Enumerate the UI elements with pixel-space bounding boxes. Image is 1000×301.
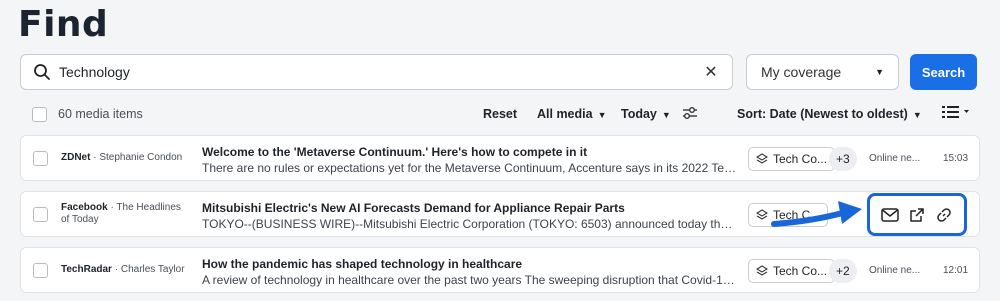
list-view-dropdown[interactable]	[942, 105, 970, 122]
results-toolbar: 60 media items Reset All media ▼ Today ▼ S…	[20, 100, 980, 128]
annotation-arrow	[771, 201, 862, 227]
external-link-icon[interactable]	[906, 204, 928, 226]
list-view-icon	[942, 106, 969, 118]
date-label: Today	[621, 107, 657, 121]
row-headline[interactable]: Mitsubishi Electric's New AI Forecasts D…	[202, 201, 625, 215]
more-tags-badge[interactable]: +3	[829, 147, 857, 171]
select-all-checkbox[interactable]	[32, 107, 47, 122]
row-source: Facebook · The Headlines of Today	[61, 202, 191, 226]
caret-down-icon: ▼	[661, 110, 671, 120]
search-icon	[34, 64, 50, 80]
row-checkbox[interactable]	[33, 263, 48, 278]
caret-down-icon: ▼	[875, 67, 884, 77]
row-headline[interactable]: How the pandemic has shaped technology i…	[202, 257, 522, 271]
media-type: Online ne...	[869, 153, 921, 164]
search-bar[interactable]: ✕	[20, 54, 733, 90]
layers-icon	[756, 153, 768, 164]
row-checkbox[interactable]	[33, 207, 48, 222]
outlet-name: Facebook	[61, 202, 108, 213]
author-name: · Stephanie Condon	[93, 152, 183, 163]
layers-icon	[756, 209, 768, 220]
row-source: ZDNet · Stephanie Condon	[61, 152, 191, 164]
sort-label: Sort: Date (Newest to oldest)	[737, 107, 908, 121]
publish-time: 12:01	[943, 265, 969, 276]
coverage-select-value: My coverage	[761, 64, 842, 80]
search-button[interactable]: Search	[910, 54, 977, 90]
result-count: 60 media items	[58, 107, 143, 121]
page-title: Find	[18, 4, 109, 45]
row-headline[interactable]: Welcome to the 'Metaverse Continuum.' He…	[202, 145, 587, 159]
search-input[interactable]	[59, 64, 696, 80]
topic-tag[interactable]: Tech Co...	[748, 259, 836, 283]
date-dropdown[interactable]: Today ▼	[621, 107, 671, 121]
caret-down-icon: ▼	[597, 110, 607, 120]
sort-dropdown[interactable]: Sort: Date (Newest to oldest) ▼	[737, 107, 922, 121]
row-snippet: TOKYO--(BUSINESS WIRE)--Mitsubishi Elect…	[202, 217, 737, 231]
publish-time: 15:03	[943, 153, 969, 164]
outlet-name: ZDNet	[61, 152, 91, 163]
layers-icon	[756, 265, 768, 276]
all-media-label: All media	[537, 107, 593, 121]
coverage-select[interactable]: My coverage ▼	[746, 54, 899, 90]
close-icon[interactable]: ✕	[696, 62, 726, 82]
link-icon[interactable]	[933, 204, 955, 226]
caret-down-icon: ▼	[912, 110, 922, 120]
more-tags-badge[interactable]: +2	[829, 259, 857, 283]
all-media-dropdown[interactable]: All media ▼	[537, 107, 607, 121]
topic-tag[interactable]: Tech Co...	[748, 147, 836, 171]
author-name: · Charles Taylor	[114, 264, 185, 275]
mail-icon[interactable]	[879, 204, 901, 226]
result-row[interactable]: ZDNet · Stephanie Condon Welcome to the …	[20, 135, 980, 181]
topic-tag-label: Tech Co...	[773, 152, 828, 166]
filter-sliders-icon[interactable]	[681, 104, 699, 122]
row-source: TechRadar · Charles Taylor	[61, 264, 191, 276]
row-snippet: A review of technology in healthcare ove…	[202, 273, 737, 287]
row-actions-highlight	[867, 193, 967, 236]
outlet-name: TechRadar	[61, 264, 112, 275]
media-type: Online ne...	[869, 265, 921, 276]
row-snippet: There are no rules or expectations yet f…	[202, 161, 737, 175]
reset-button[interactable]: Reset	[483, 107, 517, 121]
result-row[interactable]: TechRadar · Charles Taylor How the pande…	[20, 247, 980, 293]
row-checkbox[interactable]	[33, 151, 48, 166]
topic-tag-label: Tech Co...	[773, 264, 828, 278]
